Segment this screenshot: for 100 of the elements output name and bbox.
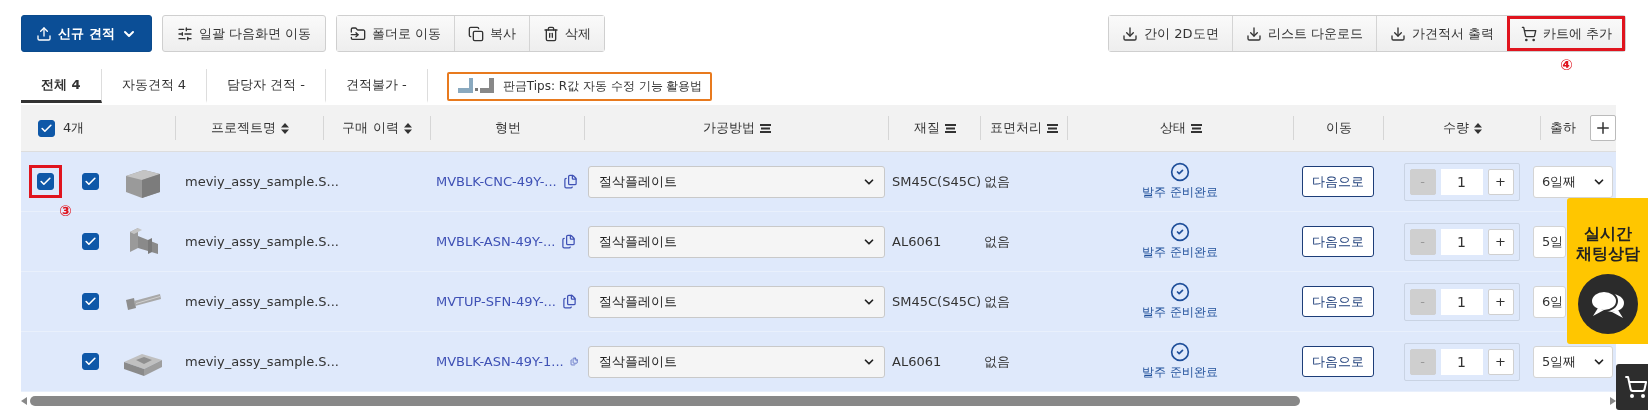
check-icon (83, 235, 97, 248)
copy-icon[interactable] (562, 294, 577, 309)
ship-day-select[interactable]: 6일째 (1533, 165, 1613, 198)
method-select[interactable]: 절삭플레이트 (587, 165, 885, 198)
method-select[interactable]: 절삭플레이트 (587, 285, 885, 318)
tab[interactable]: 전체 4 (21, 69, 102, 103)
material-text: AL6061 (892, 354, 942, 369)
project-name: meviy_assy_sample.S... (185, 174, 339, 189)
method-select[interactable]: 절삭플레이트 (587, 345, 885, 378)
toolbar-button[interactable]: 일괄 다음화면 이동 (161, 15, 326, 52)
checkbox[interactable] (81, 173, 99, 190)
column-header: 표면처리 (990, 119, 1042, 137)
status-text: 발주 준비완료 (1142, 184, 1218, 201)
upload-icon (36, 25, 52, 42)
add-column-button[interactable] (1590, 115, 1616, 141)
quantity-field[interactable]: 1 (1440, 228, 1483, 255)
quantity-field[interactable]: 1 (1440, 168, 1483, 195)
filter-icon[interactable] (944, 123, 956, 133)
project-name: meviy_assy_sample.S... (185, 294, 339, 309)
column-header: 구매 이력 (342, 119, 399, 137)
column-header: 재질 (913, 119, 940, 137)
ship-day-select[interactable]: 6일 (1533, 285, 1566, 318)
cart-icon (1520, 25, 1537, 42)
quantity-field[interactable]: 1 (1440, 288, 1483, 315)
column-header: 형번 (494, 119, 521, 137)
cart-button[interactable] (1616, 364, 1648, 410)
speech-bubbles-icon (1577, 274, 1638, 334)
selected-count: 4개 (63, 119, 85, 137)
next-button[interactable]: 다음으로 (1302, 286, 1374, 317)
status-text: 발주 준비완료 (1142, 364, 1218, 381)
status-text: 발주 준비완료 (1142, 244, 1218, 261)
part-number-link[interactable]: MVTUP-SFN-49Y-... (436, 294, 556, 309)
toolbar-button[interactable]: 삭제 (528, 16, 604, 51)
part-number-link[interactable]: MVBLK-ASN-49Y-... (436, 234, 556, 249)
part-number-link[interactable]: MVBLK-ASN-49Y-1... (436, 354, 564, 369)
trash-icon (542, 25, 559, 42)
increment-button[interactable]: + (1487, 288, 1514, 315)
next-button[interactable]: 다음으로 (1302, 226, 1374, 257)
checkbox[interactable] (81, 293, 99, 310)
surface-text: 없음 (984, 232, 1010, 251)
filter-icon[interactable] (1047, 123, 1058, 133)
checkbox[interactable] (81, 353, 99, 370)
column-header: 가공방법 (702, 119, 755, 137)
check-circle-icon (1170, 222, 1190, 242)
column-header: 이동 (1325, 119, 1352, 137)
surface-text: 없음 (984, 172, 1010, 191)
new-quote-button[interactable]: 신규 견적 (21, 15, 152, 52)
sliders-icon (176, 25, 193, 42)
download-icon (1122, 25, 1139, 42)
toolbar-button[interactable]: 간이 2D도면 (1109, 16, 1232, 51)
sort-icon[interactable] (403, 122, 412, 134)
increment-button[interactable]: + (1487, 168, 1514, 195)
column-header: 프로젝트명 (210, 119, 276, 137)
checkbox[interactable] (81, 233, 99, 250)
filter-icon[interactable] (759, 123, 771, 133)
column-header: 상태 (1159, 119, 1186, 137)
copy-icon (467, 25, 484, 42)
increment-button[interactable]: + (1487, 228, 1514, 255)
part-number-link[interactable]: MVBLK-CNC-49Y-... (436, 174, 557, 189)
check-circle-icon (1170, 342, 1190, 362)
check-circle-icon (1170, 162, 1190, 182)
checkbox[interactable] (37, 173, 54, 190)
tips-banner[interactable]: 판금Tips: R값 자동 수정 기능 활용법 (446, 71, 713, 101)
next-button[interactable]: 다음으로 (1302, 346, 1374, 377)
check-icon (83, 175, 97, 188)
copy-icon[interactable] (561, 234, 577, 249)
ship-day-select[interactable]: 5일 (1533, 225, 1566, 258)
method-select[interactable]: 절삭플레이트 (587, 225, 885, 258)
check-icon (83, 355, 97, 368)
project-name: meviy_assy_sample.S... (185, 234, 339, 249)
annotation-number: ④ (1560, 56, 1573, 74)
increment-button[interactable]: + (1487, 348, 1514, 375)
sort-icon[interactable] (280, 122, 289, 134)
sort-icon[interactable] (1473, 122, 1482, 134)
checkbox[interactable] (38, 119, 55, 137)
project-name: meviy_assy_sample.S... (185, 354, 339, 369)
material-text: SM45C(S45C) (892, 294, 982, 309)
check-circle-icon (1170, 282, 1190, 302)
toolbar-button[interactable]: 폴더로 이동 (336, 16, 454, 51)
status-text: 발주 준비완료 (1142, 304, 1218, 321)
download-icon (1389, 25, 1406, 42)
quantity-field[interactable]: 1 (1440, 348, 1483, 375)
column-header: 출하 (1550, 119, 1576, 137)
material-text: AL6061 (892, 234, 942, 249)
check-icon (40, 121, 53, 135)
check-icon (39, 175, 52, 188)
toolbar-button[interactable]: 가견적서 출력 (1375, 16, 1507, 51)
material-text: SM45C(S45C) (892, 174, 982, 189)
filter-icon[interactable] (1190, 123, 1202, 133)
annotation-number: ③ (59, 202, 72, 220)
ship-day-select[interactable]: 5일째 (1533, 345, 1613, 378)
folder-icon (349, 25, 366, 42)
copy-icon[interactable] (562, 174, 578, 189)
next-button[interactable]: 다음으로 (1302, 166, 1374, 197)
toolbar-button[interactable]: 복사 (453, 16, 529, 51)
surface-text: 없음 (984, 292, 1010, 311)
chat-widget[interactable]: 실시간 채팅상담 (1567, 198, 1648, 344)
bend-icon (456, 77, 497, 95)
scroll-left-icon[interactable] (21, 397, 27, 405)
toolbar-button[interactable]: 리스트 다운로드 (1231, 16, 1376, 51)
